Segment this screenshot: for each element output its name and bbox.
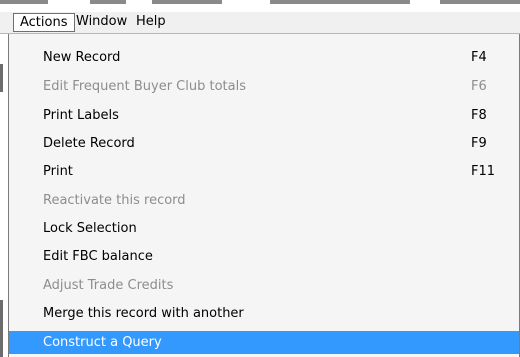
menu-item-label: Lock Selection [43,221,137,236]
menu-item-label: Edit Frequent Buyer Club totals [43,79,246,94]
menu-item-shortcut: F8 [471,108,487,123]
menu-item-construct-a-query[interactable]: Construct a Query [9,331,519,354]
menu-item-label: Print Labels [43,108,119,123]
menu-item-new-record[interactable]: New Record F4 [9,46,519,69]
menu-item-label: Delete Record [43,136,135,151]
menu-item-label: Adjust Trade Credits [43,278,174,293]
menu-actions[interactable]: Actions [13,13,75,32]
menu-item-lock-selection[interactable]: Lock Selection [9,217,519,240]
menu-item-label: Construct a Query [43,335,162,350]
menu-item-delete-record[interactable]: Delete Record F9 [9,132,519,155]
menu-item-edit-frequent-buyer-club-totals: Edit Frequent Buyer Club totals F6 [9,75,519,98]
menu-help[interactable]: Help [130,13,172,32]
menu-item-shortcut: F4 [471,50,487,65]
background-window-edge [0,64,3,92]
menu-item-adjust-trade-credits: Adjust Trade Credits [9,274,519,297]
menu-item-label: Print [43,164,73,179]
menu-item-merge-this-record-with-another[interactable]: Merge this record with another [9,302,519,325]
window-edge-fragment [0,0,520,12]
menu-item-label: New Record [43,50,121,65]
menu-item-label: Reactivate this record [43,193,186,208]
menu-item-print[interactable]: Print F11 [9,160,519,183]
menu-item-print-labels[interactable]: Print Labels F8 [9,104,519,127]
menu-item-shortcut: F6 [471,79,487,94]
menu-item-reactivate-this-record: Reactivate this record [9,189,519,212]
application-window: Actions Window Help New Record F4 Edit F… [0,0,520,357]
menu-window[interactable]: Window [70,13,133,32]
actions-dropdown-menu: New Record F4 Edit Frequent Buyer Club t… [8,34,520,357]
menu-item-edit-fbc-balance[interactable]: Edit FBC balance [9,245,519,268]
menu-item-label: Merge this record with another [43,306,244,321]
background-window-edge [0,300,3,357]
menu-bar: Actions Window Help [0,12,520,34]
menu-item-shortcut: F9 [471,136,487,151]
menu-item-shortcut: F11 [471,164,496,179]
menu-item-label: Edit FBC balance [43,249,153,264]
